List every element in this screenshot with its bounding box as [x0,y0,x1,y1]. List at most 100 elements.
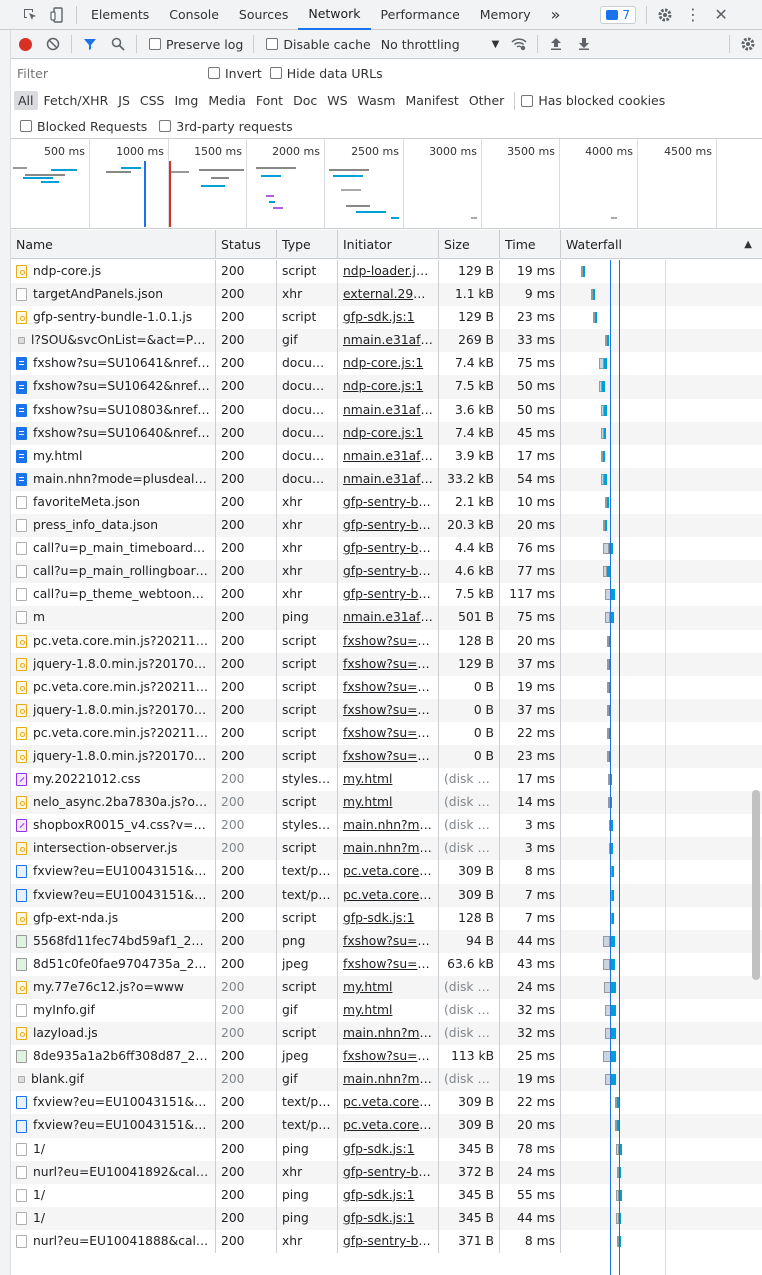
network-settings-gear-icon[interactable] [734,30,762,58]
request-initiator-cell[interactable]: fxshow?su=S... [338,698,439,722]
table-row[interactable]: jquery-1.8.0.min.js?20170206 200 script fxs… [11,698,762,722]
issues-badge[interactable]: 7 [600,5,637,24]
request-name-cell[interactable]: my.77e76c12.js?o=www [11,975,216,999]
type-filter-doc[interactable]: Doc [289,91,321,110]
table-row[interactable]: intersection-observer.js 200 script main.nh… [11,837,762,861]
request-initiator-cell[interactable]: fxshow?su=S... [338,929,439,953]
table-row[interactable]: blank.gif 200 gif main.nhn?mo... (disk c... 1… [11,1068,762,1092]
request-name-cell[interactable]: main.nhn?mode=plusdeal&... [11,467,216,491]
checkbox-box[interactable] [521,94,534,107]
table-row[interactable]: 8d51c0fe0fae9704735a_202... 200 jpeg fxshow… [11,952,762,976]
request-initiator-cell[interactable]: gfp-sentry-bu... [338,1160,439,1184]
preserve-log-checkbox[interactable]: Preserve log [149,37,243,52]
request-name-cell[interactable]: nurl?eu=EU10041892&calp... [11,1160,216,1184]
request-initiator-cell[interactable]: gfp-sdk.js:1 [338,1206,439,1230]
type-filter-js[interactable]: JS [114,91,134,110]
request-name-cell[interactable]: shopboxR0015_v4.css?v=20... [11,814,216,838]
request-name-cell[interactable]: l?SOU&svcOnList=&act=PC... [11,329,216,353]
table-row[interactable]: fxview?eu=EU10043151&ca... 200 text/pl... p… [11,1114,762,1138]
request-initiator-cell[interactable]: my.html [338,999,439,1023]
disable-cache-checkbox[interactable]: Disable cache [266,37,371,52]
request-initiator-cell[interactable]: nmain.e31af4... [338,329,439,353]
table-row[interactable]: 1/200 ping gfp-sdk.js:1 345 B 78 ms [11,1137,762,1161]
request-initiator-cell[interactable]: ndp-core.js:1 [338,375,439,399]
table-row[interactable]: targetAndPanels.json 200 xhr external.2961.… [11,283,762,307]
request-initiator-cell[interactable]: gfp-sdk.js:1 [338,1183,439,1207]
close-icon[interactable]: ✕ [707,1,735,29]
table-row[interactable]: jquery-1.8.0.min.js?20170206 200 script fxs… [11,652,762,676]
request-name-cell[interactable]: pc.veta.core.min.js?20211105 [11,721,216,745]
table-row[interactable]: my.html 200 docum... nmain.e31af4... 3.9 kB 1… [11,444,762,468]
search-icon[interactable] [104,30,132,58]
checkbox-box[interactable] [159,120,172,132]
checkbox-box[interactable] [266,38,279,50]
request-initiator-cell[interactable]: fxshow?su=S... [338,1045,439,1069]
request-name-cell[interactable]: call?u=p_main_rollingboard... [11,560,216,584]
request-name-cell[interactable]: pc.veta.core.min.js?20211105 [11,675,216,699]
more-tabs-button[interactable]: » [541,0,571,30]
has-blocked-cookies-checkbox[interactable]: Has blocked cookies [521,93,665,108]
request-name-cell[interactable]: 1/ [11,1183,216,1207]
third-party-requests-checkbox[interactable]: 3rd-party requests [159,119,293,134]
request-initiator-cell[interactable]: nmain.e31af4... [338,467,439,491]
request-initiator-cell[interactable]: gfp-sentry-bu... [338,537,439,561]
table-row[interactable]: fxshow?su=SU10640&nrefr... 200 docum... ndp… [11,421,762,445]
request-name-cell[interactable]: my.html [11,444,216,468]
type-filter-manifest[interactable]: Manifest [401,91,462,110]
table-row[interactable]: call?u=p_main_timeboard&... 200 xhr gfp-sen… [11,537,762,561]
tab-performance[interactable]: Performance [371,0,470,30]
request-name-cell[interactable]: gfp-sentry-bundle-1.0.1.js [11,306,216,330]
request-name-cell[interactable]: fxview?eu=EU10043151&ca... [11,1091,216,1115]
request-initiator-cell[interactable]: gfp-sentry-bu... [338,490,439,515]
request-name-cell[interactable]: fxshow?su=SU10642&nrefr... [11,375,216,399]
table-row[interactable]: 8de935a1a2b6ff308d87_20... 200 jpeg fxshow?… [11,1045,762,1069]
request-name-cell[interactable]: jquery-1.8.0.min.js?20170206 [11,744,216,769]
request-name-cell[interactable]: nurl?eu=EU10041888&calp... [11,1229,216,1254]
table-row[interactable]: fxshow?su=SU10642&nrefr... 200 docum... ndp… [11,375,762,399]
table-row[interactable]: press_info_data.json 200 xhr gfp-sentry-bu.… [11,514,762,538]
table-row[interactable]: myInfo.gif 200 gif my.html (disk c... 32 ms [11,999,762,1023]
request-initiator-cell[interactable]: my.html [338,975,439,999]
request-name-cell[interactable]: 5568fd11fec74bd59af1_202... [11,929,216,953]
request-initiator-cell[interactable]: fxshow?su=S... [338,952,439,976]
table-row[interactable]: pc.veta.core.min.js?20211105 200 script fxs… [11,629,762,653]
request-name-cell[interactable]: call?u=p_main_timeboard&... [11,537,216,561]
import-har-icon[interactable] [542,30,570,58]
checkbox-box[interactable] [149,38,161,50]
checkbox-box[interactable] [208,67,220,79]
network-overview-timeline[interactable]: 500 ms 1000 ms 1500 ms 2000 ms 2500 ms 3000 m… [11,139,762,229]
clear-icon[interactable] [39,30,67,58]
request-name-cell[interactable]: my.20221012.css [11,768,216,792]
request-initiator-cell[interactable]: gfp-sdk.js:1 [338,306,439,330]
column-header-status[interactable]: Status [216,230,277,258]
table-row[interactable]: nelo_async.2ba7830a.js?o=... 200 script my.… [11,791,762,815]
request-name-cell[interactable]: favoriteMeta.json [11,490,216,515]
request-name-cell[interactable]: fxshow?su=SU10641&nrefr... [11,352,216,376]
table-row[interactable]: fxshow?su=SU10803&nrefr... 200 docum... nma… [11,398,762,422]
request-initiator-cell[interactable]: fxshow?su=S... [338,675,439,699]
throttling-select[interactable]: No throttling ▼ [381,37,500,52]
request-name-cell[interactable]: call?u=p_theme_webtoon&... [11,583,216,607]
request-initiator-cell[interactable]: pc.veta.core.... [338,1091,439,1115]
request-name-cell[interactable]: fxview?eu=EU10043151&ca... [11,860,216,884]
column-header-initiator[interactable]: Initiator [338,230,439,258]
column-header-size[interactable]: Size [439,230,500,258]
request-initiator-cell[interactable]: gfp-sentry-bu... [338,560,439,584]
request-initiator-cell[interactable]: fxshow?su=S... [338,629,439,653]
table-row[interactable]: call?u=p_theme_webtoon&... 200 xhr gfp-sent… [11,583,762,607]
inspect-element-icon[interactable] [16,1,44,29]
request-initiator-cell[interactable]: ndp-core.js:1 [338,352,439,376]
filter-icon[interactable] [76,30,104,58]
request-name-cell[interactable]: fxview?eu=EU10043151&ca... [11,883,216,907]
table-row[interactable]: 1/200 ping gfp-sdk.js:1 345 B 55 ms [11,1183,762,1207]
table-row[interactable]: fxview?eu=EU10043151&ca... 200 text/pl... p… [11,883,762,907]
request-name-cell[interactable]: myInfo.gif [11,999,216,1023]
settings-gear-icon[interactable] [651,1,679,29]
column-header-name[interactable]: Name [11,230,216,258]
request-initiator-cell[interactable]: gfp-sdk.js:1 [338,1137,439,1161]
checkbox-box[interactable] [269,67,282,79]
request-initiator-cell[interactable]: nmain.e31af4... [338,606,439,630]
table-row[interactable]: jquery-1.8.0.min.js?20170206 200 script fxs… [11,744,762,769]
table-row[interactable]: call?u=p_main_rollingboard... 200 xhr gfp-s… [11,560,762,584]
blocked-requests-checkbox[interactable]: Blocked Requests [20,119,147,134]
